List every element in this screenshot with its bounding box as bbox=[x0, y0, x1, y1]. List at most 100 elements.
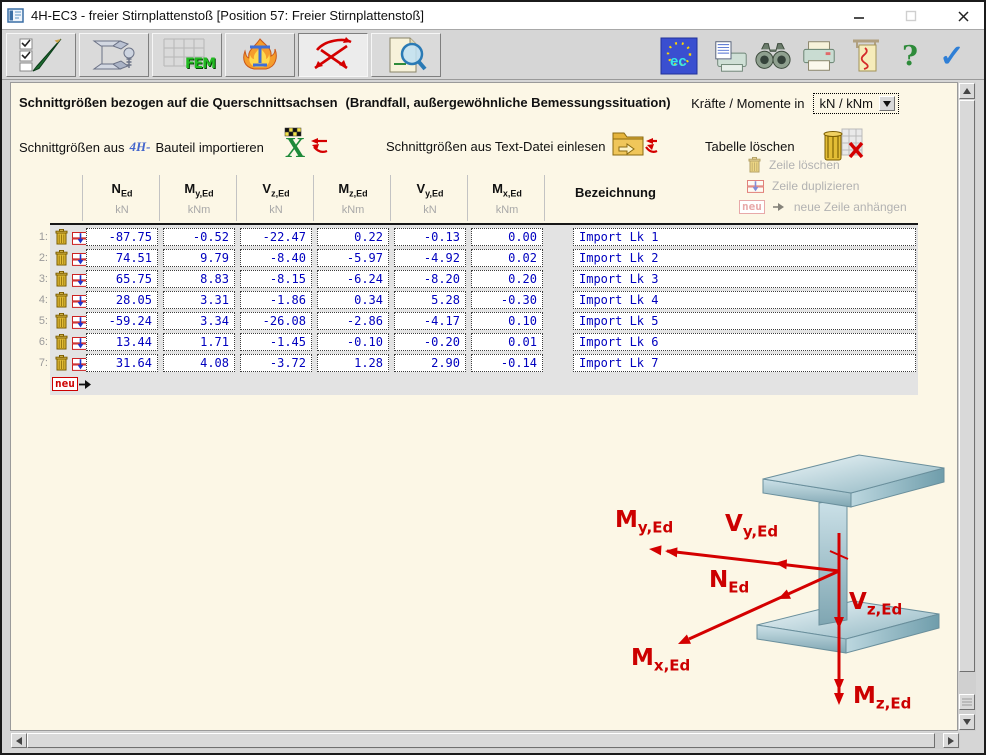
delete-row-button[interactable] bbox=[55, 313, 68, 334]
fem-button[interactable]: FEM bbox=[152, 33, 222, 77]
cell-my-ed[interactable]: 1.71 bbox=[163, 333, 235, 351]
cell-mx-ed[interactable]: 0.00 bbox=[471, 228, 543, 246]
cell-my-ed[interactable]: 4.08 bbox=[163, 354, 235, 372]
cell-n-ed[interactable]: -87.75 bbox=[86, 228, 158, 246]
print-document-button[interactable] bbox=[712, 35, 750, 77]
import-textfile-button[interactable] bbox=[611, 127, 659, 164]
vertical-scrollbar[interactable] bbox=[958, 82, 976, 731]
clear-table-label: Tabelle löschen bbox=[705, 139, 795, 154]
cell-mz-ed[interactable]: 0.22 bbox=[317, 228, 389, 246]
checklist-settings-button[interactable] bbox=[6, 33, 76, 77]
bezeichnung-header: Bezeichnung bbox=[575, 185, 656, 200]
cell-vz-ed[interactable]: -1.86 bbox=[240, 291, 312, 309]
cell-mz-ed[interactable]: -2.86 bbox=[317, 312, 389, 330]
cell-my-ed[interactable]: 8.83 bbox=[163, 270, 235, 288]
cell-mz-ed[interactable]: 1.28 bbox=[317, 354, 389, 372]
scroll-down-button[interactable] bbox=[959, 714, 975, 730]
column-header: NEd kN bbox=[86, 181, 158, 216]
cell-vz-ed[interactable]: -26.08 bbox=[240, 312, 312, 330]
cell-n-ed[interactable]: 74.51 bbox=[86, 249, 158, 267]
delete-row-button[interactable] bbox=[55, 292, 68, 313]
beam-bolt-icon bbox=[88, 35, 140, 75]
fire-design-button[interactable] bbox=[225, 33, 295, 77]
cell-n-ed[interactable]: 31.64 bbox=[86, 354, 158, 372]
cell-vy-ed[interactable]: -4.17 bbox=[394, 312, 466, 330]
minimize-button[interactable] bbox=[846, 5, 872, 27]
cell-vy-ed[interactable]: -0.20 bbox=[394, 333, 466, 351]
horizontal-scroll-thumb[interactable] bbox=[27, 733, 935, 748]
cell-vz-ed[interactable]: -8.40 bbox=[240, 249, 312, 267]
cell-vy-ed[interactable]: -8.20 bbox=[394, 270, 466, 288]
column-unit: kN bbox=[240, 204, 312, 216]
cell-vz-ed[interactable]: -22.47 bbox=[240, 228, 312, 246]
cell-bezeichnung[interactable]: Import Lk 5 bbox=[573, 312, 916, 330]
scroll-up-button[interactable] bbox=[959, 83, 975, 99]
scroll-right-button[interactable] bbox=[943, 733, 959, 748]
cell-mz-ed[interactable]: 0.34 bbox=[317, 291, 389, 309]
cell-mx-ed[interactable]: 0.02 bbox=[471, 249, 543, 267]
delete-row-button[interactable] bbox=[55, 355, 68, 376]
cell-bezeichnung[interactable]: Import Lk 6 bbox=[573, 333, 916, 351]
cell-vz-ed[interactable]: -3.72 bbox=[240, 354, 312, 372]
cell-mz-ed[interactable]: -6.24 bbox=[317, 270, 389, 288]
svg-text:X: X bbox=[285, 133, 305, 159]
close-button[interactable] bbox=[950, 5, 976, 27]
help-button[interactable]: ? bbox=[895, 35, 925, 77]
delete-row-button[interactable] bbox=[55, 271, 68, 292]
cell-vz-ed[interactable]: -8.15 bbox=[240, 270, 312, 288]
cell-mx-ed[interactable]: 0.10 bbox=[471, 312, 543, 330]
column-unit: kNm bbox=[163, 204, 235, 216]
cell-mz-ed[interactable]: -0.10 bbox=[317, 333, 389, 351]
fem-label: FEM bbox=[185, 56, 215, 72]
cell-mx-ed[interactable]: -0.30 bbox=[471, 291, 543, 309]
row-number: 2: bbox=[35, 252, 48, 264]
cell-bezeichnung[interactable]: Import Lk 3 bbox=[573, 270, 916, 288]
delete-row-button[interactable] bbox=[55, 334, 68, 355]
search-button[interactable] bbox=[754, 35, 792, 77]
internal-forces-button[interactable] bbox=[298, 33, 368, 77]
dropdown-arrow-icon[interactable] bbox=[879, 96, 895, 111]
cell-my-ed[interactable]: 9.79 bbox=[163, 249, 235, 267]
row-number: 6: bbox=[35, 336, 48, 348]
cell-bezeichnung[interactable]: Import Lk 1 bbox=[573, 228, 916, 246]
cell-vy-ed[interactable]: -4.92 bbox=[394, 249, 466, 267]
cell-n-ed[interactable]: 65.75 bbox=[86, 270, 158, 288]
delete-row-button[interactable] bbox=[55, 250, 68, 271]
cell-n-ed[interactable]: -59.24 bbox=[86, 312, 158, 330]
cell-bezeichnung[interactable]: Import Lk 4 bbox=[573, 291, 916, 309]
cell-n-ed[interactable]: 13.44 bbox=[86, 333, 158, 351]
cell-bezeichnung[interactable]: Import Lk 7 bbox=[573, 354, 916, 372]
scroll-grip[interactable] bbox=[959, 694, 975, 710]
cell-mz-ed[interactable]: -5.97 bbox=[317, 249, 389, 267]
units-dropdown[interactable]: kN / kNm bbox=[813, 93, 899, 114]
cell-vy-ed[interactable]: 5.28 bbox=[394, 291, 466, 309]
vertical-scroll-thumb[interactable] bbox=[959, 100, 975, 672]
protocol-button[interactable] bbox=[847, 35, 885, 77]
print-preview-button[interactable] bbox=[371, 33, 441, 77]
axes-diagram: My,Ed Vy,Ed NEd Mx,Ed Vz,Ed Mz,Ed bbox=[609, 445, 956, 729]
cell-my-ed[interactable]: 3.31 bbox=[163, 291, 235, 309]
confirm-button[interactable]: ✓ bbox=[932, 35, 972, 77]
column-header: My,Ed kNm bbox=[163, 181, 235, 216]
print-button[interactable] bbox=[800, 35, 838, 77]
cell-my-ed[interactable]: 3.34 bbox=[163, 312, 235, 330]
beam-section-button[interactable] bbox=[79, 33, 149, 77]
cell-vy-ed[interactable]: -0.13 bbox=[394, 228, 466, 246]
cell-my-ed[interactable]: -0.52 bbox=[163, 228, 235, 246]
horizontal-scrollbar[interactable] bbox=[10, 732, 960, 749]
maximize-button[interactable] bbox=[898, 5, 924, 27]
column-separator bbox=[544, 175, 545, 221]
cell-vy-ed[interactable]: 2.90 bbox=[394, 354, 466, 372]
cell-mx-ed[interactable]: -0.14 bbox=[471, 354, 543, 372]
import-bauteil-button[interactable]: X bbox=[283, 127, 329, 164]
column-unit: kN bbox=[86, 204, 158, 216]
eurocode-button[interactable]: ec bbox=[660, 35, 698, 77]
scroll-left-button[interactable] bbox=[11, 733, 27, 748]
cell-vz-ed[interactable]: -1.45 bbox=[240, 333, 312, 351]
cell-mx-ed[interactable]: 0.01 bbox=[471, 333, 543, 351]
append-row-button[interactable]: neu bbox=[52, 377, 91, 391]
cell-mx-ed[interactable]: 0.20 bbox=[471, 270, 543, 288]
cell-n-ed[interactable]: 28.05 bbox=[86, 291, 158, 309]
delete-row-button[interactable] bbox=[55, 229, 68, 250]
cell-bezeichnung[interactable]: Import Lk 2 bbox=[573, 249, 916, 267]
